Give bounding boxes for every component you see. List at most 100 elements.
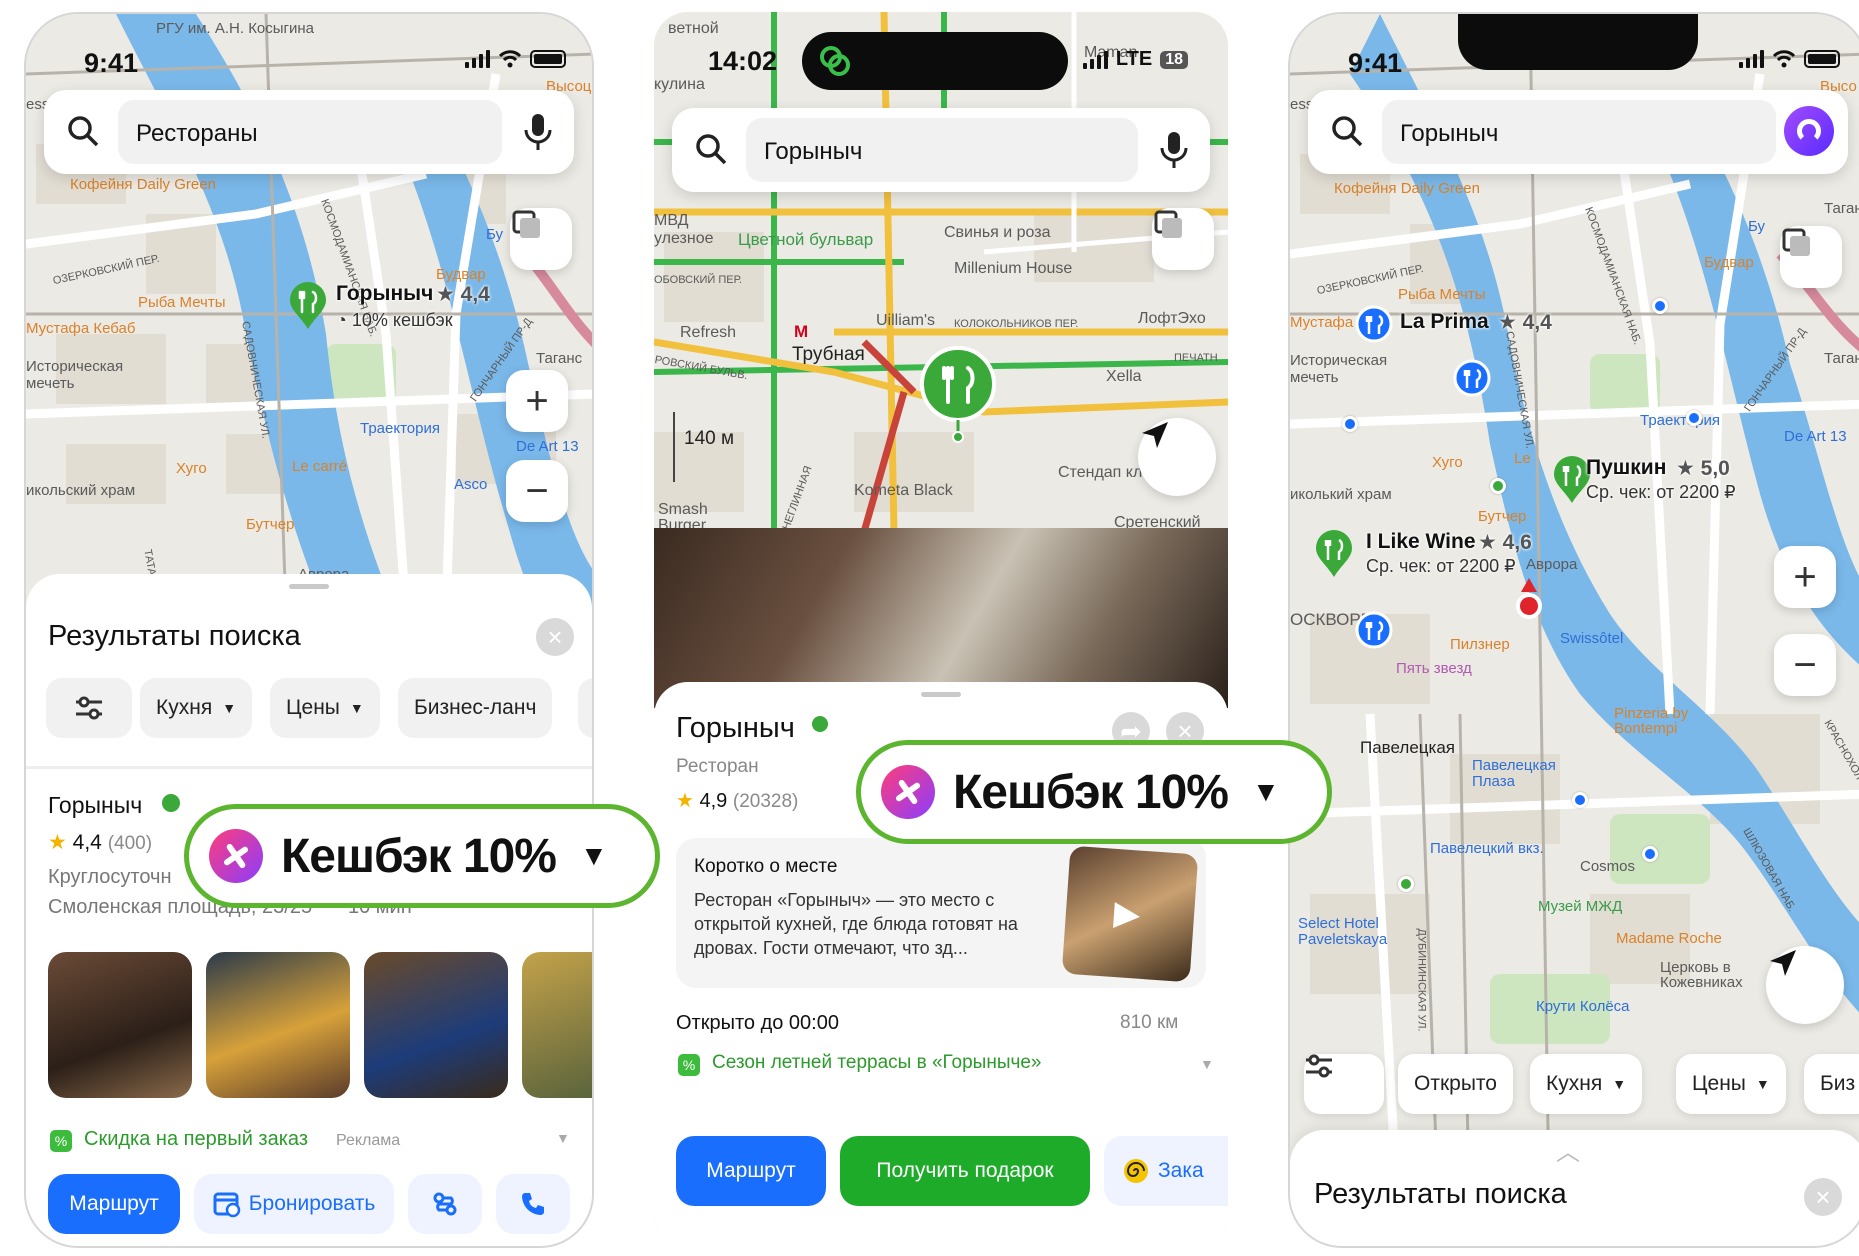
close-icon: × (1815, 1182, 1831, 1212)
map-label: Xella (1106, 368, 1142, 385)
photo-strip[interactable] (48, 952, 592, 1102)
prices-chip[interactable]: Цены ▼ (1676, 1054, 1786, 1114)
search-input[interactable]: Горыныч (746, 118, 1138, 182)
map-label: Refresh (680, 324, 737, 341)
map-dot[interactable] (1652, 298, 1668, 314)
filters-chip[interactable] (46, 678, 132, 738)
map-label: Мустафа (1290, 314, 1354, 331)
map-dot[interactable] (1686, 410, 1702, 426)
search-results-sheet: ︿ Результаты поиска × (1290, 1130, 1859, 1246)
restaurant-photo[interactable] (206, 952, 350, 1098)
book-button[interactable]: Бронировать (194, 1174, 394, 1234)
metro-icon: M (794, 322, 809, 341)
search-query: Горыныч (764, 138, 863, 165)
status-time: 14:02 (708, 46, 778, 76)
business-lunch-chip[interactable]: Бизнес-ланч (398, 678, 553, 738)
restaurant-pin-icon[interactable] (1354, 610, 1394, 658)
close-button[interactable]: × (1804, 1178, 1842, 1216)
get-gift-button[interactable]: Получить подарок (840, 1136, 1090, 1206)
restaurant-photo[interactable] (522, 952, 592, 1098)
cuisine-chip[interactable]: Кухня ▼ (140, 678, 253, 738)
zoom-in-button[interactable]: + (1774, 546, 1836, 608)
result-name[interactable]: Горыныч (48, 792, 142, 819)
map-dot[interactable] (1398, 876, 1414, 892)
chip-label: Бизнес-ланч (414, 696, 537, 719)
map-dot[interactable] (1490, 478, 1506, 494)
place-cover-photo[interactable] (654, 528, 1228, 708)
filters-chip[interactable] (1304, 1054, 1384, 1114)
sheet-grabber[interactable] (921, 692, 961, 697)
taxi-button[interactable] (408, 1174, 482, 1234)
zoom-in-button[interactable]: + (506, 370, 568, 432)
about-card[interactable]: Коротко о месте Ресторан «Горыныч» — это… (676, 838, 1206, 988)
voice-assistant-button[interactable] (1784, 106, 1834, 156)
battery-level: 18 (1160, 50, 1188, 69)
map-dot[interactable] (1642, 846, 1658, 862)
pin-cashback-text: 10% кешбэк (351, 310, 453, 330)
route-button[interactable]: Маршрут (48, 1174, 180, 1234)
expand-icon[interactable]: ▼ (556, 1130, 570, 1146)
search-input[interactable]: Рестораны (118, 100, 502, 164)
route-button[interactable]: Маршрут (676, 1136, 826, 1206)
map-label: Рыба Мечты (138, 294, 226, 311)
promo-text[interactable]: Скидка на первый заказ (84, 1128, 308, 1151)
microphone-icon[interactable] (1158, 130, 1190, 170)
selected-restaurant-pin-icon[interactable] (918, 344, 998, 444)
prices-chip[interactable]: Цены ▼ (270, 678, 380, 738)
about-video-thumbnail[interactable]: ▶ (1061, 845, 1199, 983)
call-button[interactable] (496, 1174, 570, 1234)
layers-button[interactable] (1780, 226, 1842, 288)
restaurant-pin-icon[interactable] (1452, 358, 1492, 406)
restaurant-pin-icon[interactable] (288, 282, 328, 330)
map-view[interactable]: Кофейня Daily Green Будвар Бу Рыба Мечты… (1290, 14, 1859, 1246)
sliders-icon (1306, 1054, 1332, 1078)
search-bar[interactable]: Рестораны (44, 90, 574, 174)
map-label: Павелецкая Плаза (1472, 757, 1556, 790)
map-label: Крути Колёса (1536, 998, 1630, 1015)
restaurant-pin-icon[interactable] (1354, 304, 1394, 352)
layers-button[interactable] (1152, 208, 1214, 270)
search-icon (1332, 116, 1363, 147)
promo-text[interactable]: Сезон летней террасы в «Горыныче» (712, 1052, 1042, 1074)
search-icon (68, 116, 99, 147)
promo-badge-icon: % (50, 1130, 72, 1152)
open-now-chip[interactable]: Открыто (1398, 1054, 1513, 1114)
search-input[interactable]: Горыныч (1382, 100, 1776, 164)
chevron-down-icon: ▼ (1612, 1076, 1627, 1092)
microphone-icon[interactable] (522, 112, 554, 152)
restaurant-photo[interactable] (48, 952, 192, 1098)
search-bar[interactable]: Горыныч (1308, 90, 1848, 174)
calendar-icon (213, 1192, 240, 1218)
map-label: Uilliam's (876, 312, 936, 329)
my-location-button[interactable] (1766, 946, 1844, 1024)
close-button[interactable]: × (536, 618, 574, 656)
map-label: De Art 13 (1784, 428, 1847, 445)
layers-icon (512, 210, 540, 238)
cashback-callout[interactable]: Кешбэк 10% ▼ (184, 804, 660, 908)
expand-icon[interactable]: ▼ (1200, 1056, 1214, 1072)
zoom-out-button[interactable]: − (1774, 634, 1836, 696)
order-button[interactable]: Зака (1104, 1136, 1228, 1206)
my-location-button[interactable] (1138, 418, 1216, 496)
map-dot[interactable] (1572, 792, 1588, 808)
layers-icon (1782, 228, 1810, 256)
plus-icon: + (525, 379, 549, 423)
sheet-title: Результаты поиска (48, 620, 301, 652)
layers-button[interactable] (510, 208, 572, 270)
search-query: Горыныч (1400, 120, 1499, 147)
map-dot[interactable] (1342, 416, 1358, 432)
chevron-up-icon[interactable]: ︿ (1556, 1132, 1580, 1167)
restaurant-photo[interactable] (364, 952, 508, 1098)
sheet-grabber[interactable] (289, 584, 329, 589)
cuisine-chip[interactable]: Кухня ▼ (1530, 1054, 1643, 1114)
business-lunch-chip[interactable]: Биз (1804, 1054, 1859, 1114)
zoom-out-button[interactable]: − (506, 460, 568, 522)
more-chip[interactable] (578, 678, 592, 738)
cashback-callout[interactable]: Кешбэк 10% ▼ (856, 740, 1332, 844)
user-location-icon (1516, 578, 1542, 619)
search-bar[interactable]: Горыныч (672, 108, 1210, 192)
distance: 810 км (1120, 1012, 1179, 1033)
plus-icon: + (1793, 555, 1817, 599)
map-label: Аврора (1526, 556, 1578, 573)
restaurant-pin-icon[interactable] (1314, 530, 1354, 578)
